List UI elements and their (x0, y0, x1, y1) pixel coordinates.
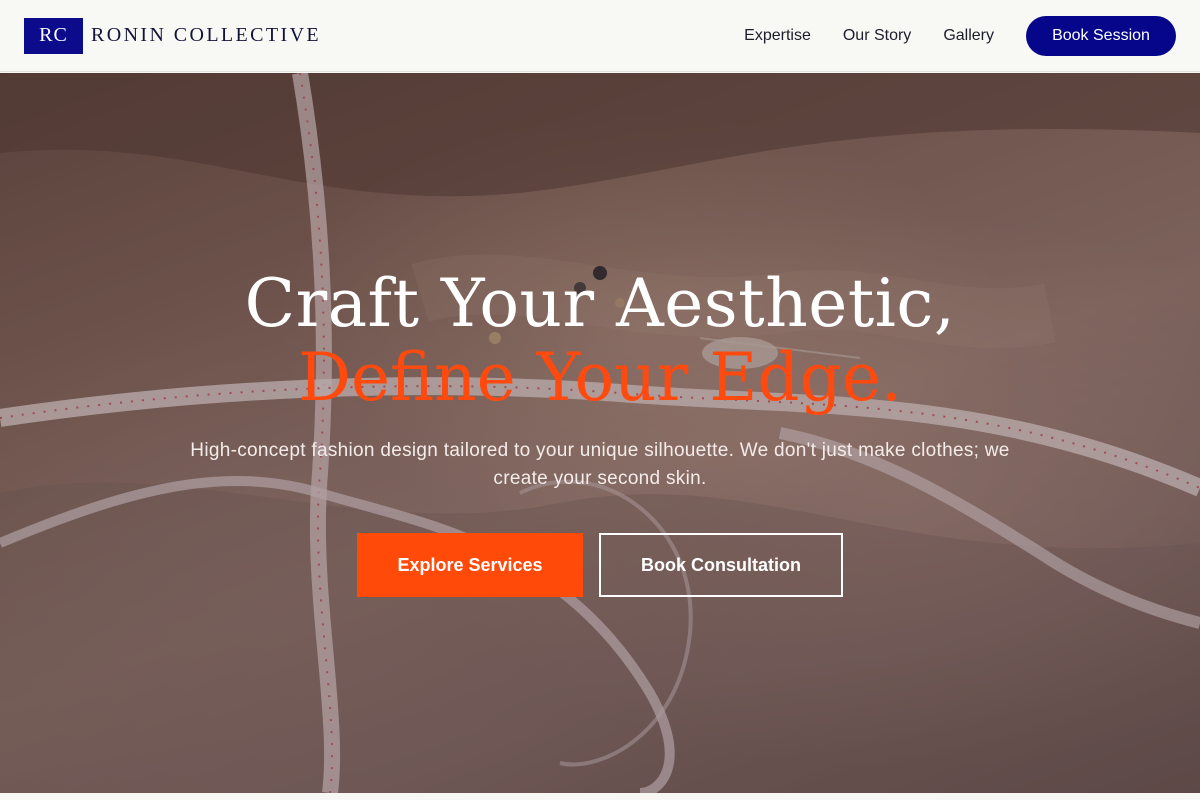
book-session-button[interactable]: Book Session (1026, 15, 1176, 56)
brand-name: RONIN COLLECTIVE (91, 24, 322, 46)
hero-content: Craft Your Aesthetic, Define Your Edge. … (0, 73, 1200, 793)
nav-link-our-story[interactable]: Our Story (843, 27, 911, 45)
brand-monogram: RC (24, 17, 83, 54)
brand-logo-link[interactable]: RC RONIN COLLECTIVE (24, 17, 322, 54)
hero-headline: Craft Your Aesthetic, (244, 265, 956, 342)
main-nav: Expertise Our Story Gallery Book Session (712, 15, 1176, 56)
hero-subtitle: High-concept fashion design tailored to … (190, 440, 1010, 489)
hero-headline-accent: Define Your Edge. (298, 339, 902, 416)
page-bottom-edge (0, 793, 1200, 800)
nav-link-expertise[interactable]: Expertise (744, 27, 811, 45)
hero-section: Craft Your Aesthetic, Define Your Edge. … (0, 73, 1200, 793)
book-consultation-button[interactable]: Book Consultation (599, 533, 843, 597)
nav-link-gallery[interactable]: Gallery (943, 27, 994, 45)
explore-services-button[interactable]: Explore Services (357, 533, 583, 597)
navbar: RC RONIN COLLECTIVE Expertise Our Story … (0, 0, 1200, 72)
